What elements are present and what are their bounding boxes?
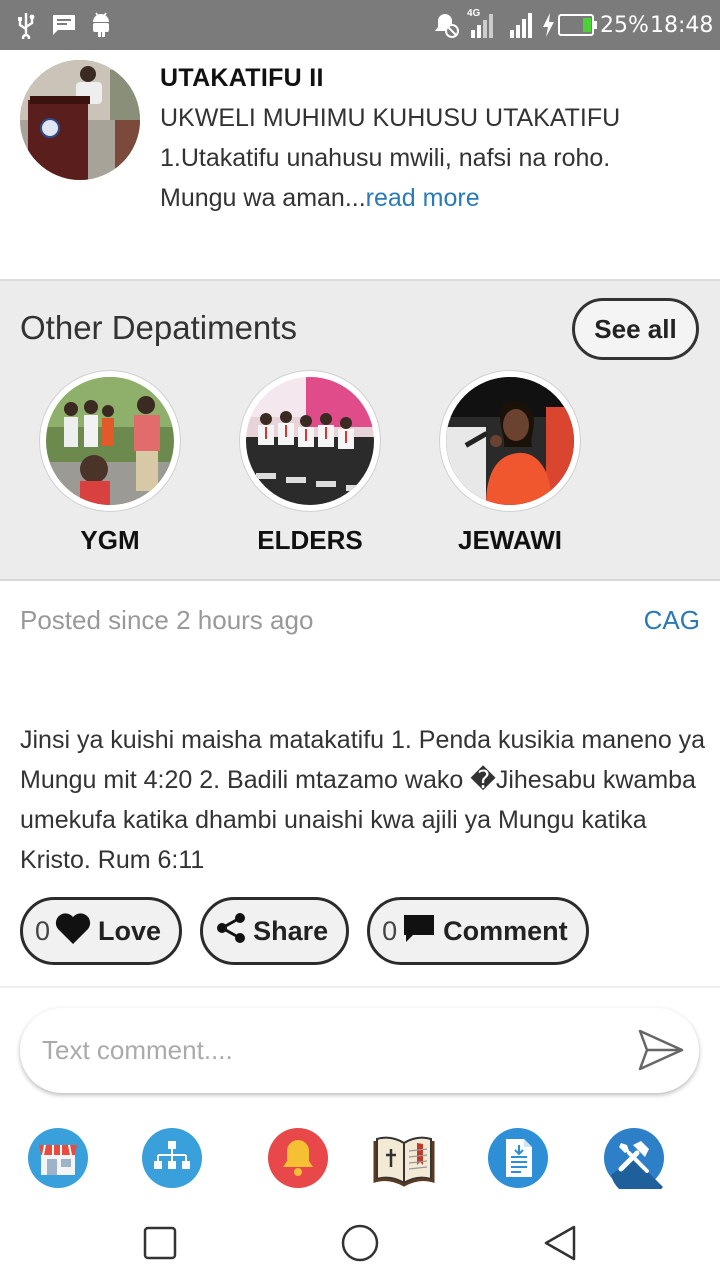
share-label: Share xyxy=(253,915,329,946)
android-icon xyxy=(90,0,112,50)
post-title[interactable]: UTAKATIFU II xyxy=(160,64,324,93)
love-count: 0 xyxy=(35,915,51,946)
bible-icon[interactable] xyxy=(373,1127,435,1189)
post-card: Posted since 2 hours ago CAG Jinsi ya ku… xyxy=(0,583,720,988)
back-icon[interactable] xyxy=(540,1223,580,1263)
post-author-link[interactable]: CAG xyxy=(644,605,700,636)
usb-icon xyxy=(14,0,38,50)
comment-label: Comment xyxy=(443,915,568,946)
section-title: Other Depatiments xyxy=(20,309,297,346)
charging-icon xyxy=(541,0,555,50)
bell-icon[interactable] xyxy=(267,1127,329,1189)
system-nav-bar xyxy=(0,1205,720,1280)
status-bar: 4G 25% 18:48 xyxy=(0,0,720,50)
store-icon[interactable] xyxy=(27,1127,89,1189)
share-button[interactable]: Share xyxy=(200,897,350,965)
departments-section: Other Depatiments See all YGM ELDERS JEW… xyxy=(0,281,720,581)
post-actions: 0 Love Share 0 Comment xyxy=(20,897,589,965)
comment-box xyxy=(20,1008,699,1093)
see-all-button[interactable]: See all xyxy=(572,298,699,360)
department-image[interactable] xyxy=(440,371,580,511)
home-icon[interactable] xyxy=(340,1223,380,1263)
post-card[interactable]: UTAKATIFU II UKWELI MUHIMU KUHUSU UTAKAT… xyxy=(0,50,720,281)
signal-icon xyxy=(508,0,534,50)
comment-count: 0 xyxy=(382,915,398,946)
post-timestamp: Posted since 2 hours ago xyxy=(20,605,314,635)
comment-button[interactable]: 0 Comment xyxy=(367,897,589,965)
bottom-nav xyxy=(0,1125,720,1198)
comment-input[interactable] xyxy=(42,1028,602,1072)
department-image[interactable] xyxy=(240,371,380,511)
department-item-jewawi[interactable]: JEWAWI xyxy=(440,371,580,556)
heart-icon xyxy=(54,911,92,952)
sitemap-icon[interactable] xyxy=(141,1127,203,1189)
message-icon xyxy=(52,0,76,50)
document-icon[interactable] xyxy=(487,1127,549,1189)
department-name[interactable]: JEWAWI xyxy=(440,525,580,556)
post-excerpt: UKWELI MUHIMU KUHUSU UTAKATIFU 1.Utakati… xyxy=(160,98,680,218)
department-name[interactable]: YGM xyxy=(40,525,180,556)
share-icon xyxy=(215,912,247,951)
department-item-elders[interactable]: ELDERS xyxy=(240,371,380,556)
signal-4g-icon: 4G xyxy=(467,0,497,50)
alarm-off-icon xyxy=(432,0,460,50)
battery-percent: 25% xyxy=(600,12,649,38)
department-image[interactable] xyxy=(40,371,180,511)
department-item-ygm[interactable]: YGM xyxy=(40,371,180,556)
department-name[interactable]: ELDERS xyxy=(240,525,380,556)
post-body: Jinsi ya kuishi maisha matakatifu 1. Pen… xyxy=(20,726,706,874)
battery-icon xyxy=(558,0,598,50)
tools-icon[interactable] xyxy=(603,1127,665,1198)
send-icon[interactable] xyxy=(637,1028,685,1072)
love-label: Love xyxy=(98,915,162,946)
clock: 18:48 xyxy=(650,12,714,38)
author-avatar[interactable] xyxy=(20,60,140,180)
read-more-link[interactable]: read more xyxy=(366,184,480,212)
recent-apps-icon[interactable] xyxy=(140,1223,180,1263)
love-button[interactable]: 0 Love xyxy=(20,897,183,965)
comment-icon xyxy=(401,912,437,951)
